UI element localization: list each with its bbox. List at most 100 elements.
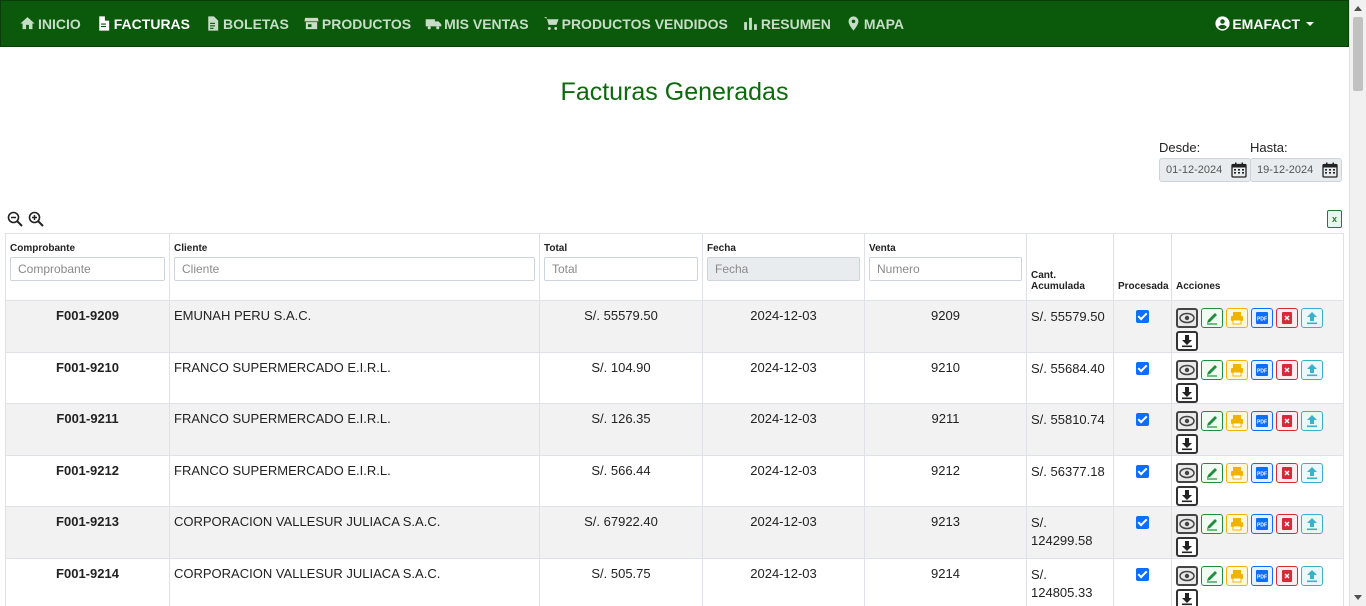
view-icon: [1179, 518, 1195, 530]
home-icon: [20, 17, 35, 30]
table-row[interactable]: F001-9212 FRANCO SUPERMERCADO E.I.R.L. S/.…: [5, 454, 1344, 507]
procesada-checkbox[interactable]: [1136, 516, 1149, 529]
cell-fecha: 2024-12-03: [702, 454, 865, 507]
print-button[interactable]: [1226, 308, 1248, 328]
download-button[interactable]: [1176, 485, 1198, 506]
edit-icon: [1207, 364, 1217, 377]
nav-item-boletas[interactable]: BOLETAS: [204, 1, 289, 46]
edit-button[interactable]: [1201, 462, 1223, 483]
total-filter-input[interactable]: [544, 257, 698, 281]
edit-button[interactable]: [1201, 308, 1223, 328]
desde-date-input[interactable]: 01-12-2024: [1159, 158, 1251, 182]
pdf-button[interactable]: PDF: [1251, 514, 1273, 534]
cell-acciones: PDF: [1171, 403, 1344, 456]
pdf-button[interactable]: PDF: [1251, 411, 1273, 431]
upload-button[interactable]: [1301, 514, 1323, 534]
download-button[interactable]: [1176, 588, 1198, 606]
view-button[interactable]: [1176, 565, 1198, 586]
scroll-up-arrow-icon[interactable]: [1354, 6, 1362, 11]
table-row[interactable]: F001-9214 CORPORACION VALLESUR JULIACA S.…: [5, 557, 1344, 606]
download-button[interactable]: [1176, 537, 1198, 557]
row-actions: PDF: [1176, 308, 1326, 351]
procesada-checkbox[interactable]: [1136, 464, 1149, 478]
table-row[interactable]: F001-9211 FRANCO SUPERMERCADO E.I.R.L. S/.…: [5, 403, 1344, 456]
nav-item-productos[interactable]: PRODUCTOS: [303, 1, 411, 46]
cliente-filter-input[interactable]: [174, 257, 535, 281]
delete-button[interactable]: [1276, 462, 1298, 483]
cell-acciones: PDF: [1171, 300, 1344, 353]
pdf-button[interactable]: PDF: [1251, 308, 1273, 328]
edit-button[interactable]: [1201, 565, 1223, 586]
user-menu[interactable]: EMAFACT: [1214, 1, 1314, 46]
nav-item-label: INICIO: [38, 15, 81, 32]
table-row[interactable]: F001-9210 FRANCO SUPERMERCADO E.I.R.L. S/.…: [5, 351, 1344, 404]
print-button[interactable]: [1226, 462, 1248, 483]
view-button[interactable]: [1176, 462, 1198, 483]
procesada-checkbox[interactable]: [1136, 310, 1149, 323]
comprobante-filter-input[interactable]: [10, 257, 165, 281]
download-button[interactable]: [1176, 382, 1198, 403]
cell-cliente: FRANCO SUPERMERCADO E.I.R.L.: [169, 351, 540, 404]
download-icon: [1182, 335, 1192, 348]
upload-button[interactable]: [1301, 565, 1323, 586]
export-excel-button[interactable]: x: [1327, 210, 1342, 228]
delete-button[interactable]: [1276, 359, 1298, 380]
print-icon: [1231, 415, 1243, 428]
upload-button[interactable]: [1301, 462, 1323, 483]
download-button[interactable]: [1176, 434, 1198, 454]
nav-item-mis-ventas[interactable]: MIS VENTAS: [425, 1, 529, 46]
delete-icon: [1282, 415, 1292, 427]
fecha-filter-input[interactable]: [707, 257, 860, 281]
delete-button[interactable]: [1276, 308, 1298, 328]
upload-button[interactable]: [1301, 359, 1323, 380]
view-icon: [1179, 312, 1195, 324]
edit-button[interactable]: [1201, 411, 1223, 431]
file-icon: [99, 16, 109, 31]
print-button[interactable]: [1226, 411, 1248, 431]
view-button[interactable]: [1176, 308, 1198, 328]
calendar-icon[interactable]: [1231, 162, 1247, 178]
view-icon: [1179, 467, 1195, 478]
print-button[interactable]: [1226, 565, 1248, 586]
table-body: F001-9209 EMUNAH PERU S.A.C. S/. 55579.50 2…: [5, 300, 1344, 606]
table-row[interactable]: F001-9209 EMUNAH PERU S.A.C. S/. 55579.50 2…: [5, 300, 1344, 353]
view-button[interactable]: [1176, 359, 1198, 380]
facturas-table: Comprobante Cliente Total Fecha Venta Ca…: [5, 233, 1344, 606]
pdf-button[interactable]: PDF: [1251, 359, 1273, 380]
procesada-checkbox[interactable]: [1136, 567, 1149, 581]
zoom-in-icon[interactable]: [28, 211, 44, 227]
print-button[interactable]: [1226, 514, 1248, 534]
cell-procesada: [1113, 506, 1172, 559]
delete-button[interactable]: [1276, 565, 1298, 586]
pdf-button[interactable]: PDF: [1251, 462, 1273, 483]
print-button[interactable]: [1226, 359, 1248, 380]
view-button[interactable]: [1176, 411, 1198, 431]
cell-acciones: PDF: [1171, 557, 1344, 606]
desde-label: Desde:: [1159, 140, 1201, 155]
nav-item-productos-vendidos[interactable]: PRODUCTOS VENDIDOS: [543, 1, 728, 46]
zoom-out-icon[interactable]: [7, 211, 23, 227]
hasta-date-input[interactable]: 19-12-2024: [1250, 158, 1342, 182]
table-row[interactable]: F001-9213 CORPORACION VALLESUR JULIACA S.…: [5, 506, 1344, 559]
nav-item-mapa[interactable]: MAPA: [845, 1, 904, 46]
procesada-checkbox[interactable]: [1136, 361, 1149, 375]
delete-button[interactable]: [1276, 411, 1298, 431]
scroll-down-arrow-icon[interactable]: [1354, 595, 1362, 600]
upload-button[interactable]: [1301, 411, 1323, 431]
nav-item-inicio[interactable]: INICIO: [19, 1, 81, 46]
delete-button[interactable]: [1276, 514, 1298, 534]
venta-filter-input[interactable]: [869, 257, 1022, 281]
edit-button[interactable]: [1201, 359, 1223, 380]
pdf-button[interactable]: PDF: [1251, 565, 1273, 586]
download-button[interactable]: [1176, 331, 1198, 351]
edit-button[interactable]: [1201, 514, 1223, 534]
view-button[interactable]: [1176, 514, 1198, 534]
calendar-icon[interactable]: [1322, 162, 1338, 178]
page-scrollbar[interactable]: [1349, 0, 1366, 606]
upload-button[interactable]: [1301, 308, 1323, 328]
nav-item-facturas[interactable]: FACTURAS: [95, 1, 190, 46]
nav-item-resumen[interactable]: RESUMEN: [742, 1, 831, 46]
procesada-checkbox[interactable]: [1136, 413, 1149, 426]
scrollbar-thumb[interactable]: [1353, 17, 1363, 91]
hasta-filter: Hasta: 19-12-2024: [1250, 140, 1342, 182]
